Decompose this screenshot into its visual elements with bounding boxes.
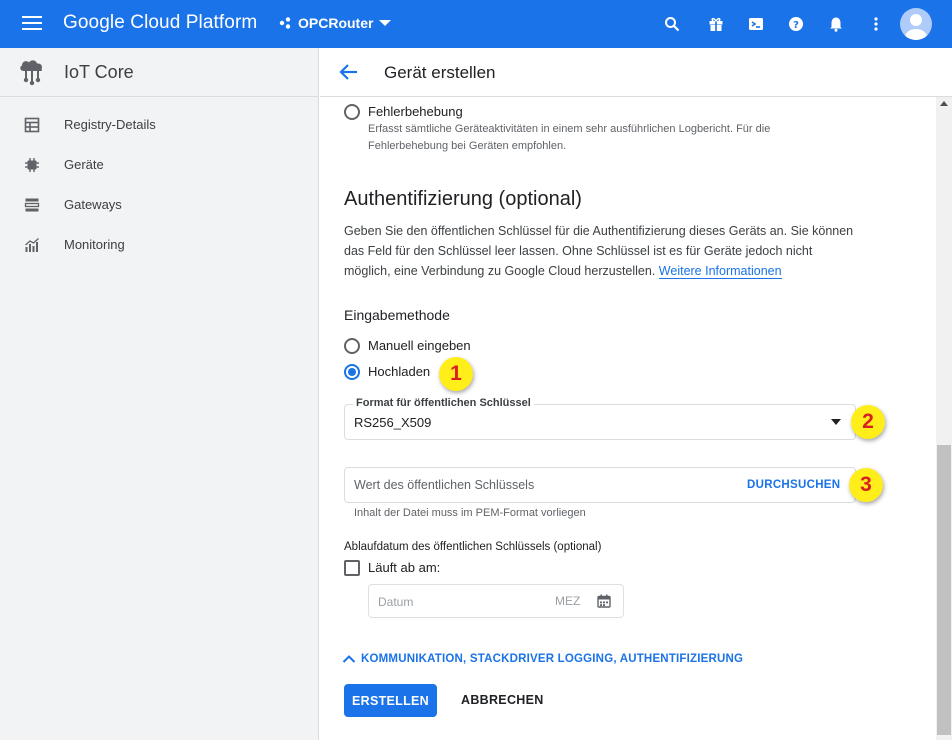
input-method-upload-label: Hochladen [368,364,431,379]
search-icon[interactable] [662,14,682,34]
scroll-thumb[interactable] [937,445,951,735]
browse-button[interactable]: DURCHSUCHEN [747,479,840,491]
sidebar-item-label: Registry-Details [64,117,156,132]
auth-description: Geben Sie den öffentlichen Schlüssel für… [344,221,854,281]
project-selector[interactable]: OPCRouter [278,15,392,31]
sidebar-title: IoT Core [64,62,134,82]
menu-icon[interactable] [22,16,42,30]
iot-core-logo-icon [20,60,43,86]
sidebar-item-label: Gateways [64,197,122,212]
table-icon [24,117,40,133]
page-header: Gerät erstellen [320,48,952,97]
top-app-bar: Google Cloud Platform OPCRouter ? [0,0,952,48]
advanced-options-toggle[interactable]: KOMMUNIKATION, STACKDRIVER LOGGING, AUTH… [342,653,743,665]
page-title: Gerät erstellen [384,63,496,82]
callout-1: 1 [439,357,473,391]
key-format-select[interactable]: Format für öffentlichen Schlüssel RS256_… [344,397,856,440]
expiry-date-field[interactable]: Datum MEZ [368,584,624,618]
help-icon[interactable]: ? [786,14,806,34]
public-key-placeholder: Wert des öffentlichen Schlüssels [354,478,535,492]
sidebar-item-monitoring[interactable]: Monitoring [0,225,319,265]
account-avatar[interactable] [900,8,932,40]
scrollbar[interactable] [936,97,952,740]
project-name: OPCRouter [298,15,374,31]
key-format-value: RS256_X509 [354,415,432,430]
input-method-manual-radio[interactable] [344,338,360,354]
expiry-checkbox[interactable] [344,560,360,576]
product-title[interactable]: Google Cloud Platform [63,12,257,34]
log-level-debug-label: Fehlerbehebung [368,104,463,119]
log-level-debug-radio[interactable] [344,104,360,120]
expiry-label: Ablaufdatum des öffentlichen Schlüssels … [344,541,602,553]
calendar-icon[interactable] [597,594,611,608]
input-method-label: Eingabemethode [344,307,450,323]
sidebar: IoT Core Registry-Details Geräte Gateway… [0,48,319,740]
chevron-down-icon [379,20,392,26]
public-key-hint: Inhalt der Datei muss im PEM-Format vorl… [354,507,586,519]
sidebar-header: IoT Core [0,48,318,97]
advanced-options-label: KOMMUNIKATION, STACKDRIVER LOGGING, AUTH… [361,653,744,665]
log-level-debug-description: Erfasst sämtliche Geräteaktivitäten in e… [368,123,771,152]
project-icon [279,17,291,29]
key-format-label: Format für öffentlichen Schlüssel [353,397,534,409]
callout-2: 2 [851,405,885,439]
chip-icon [25,158,39,172]
create-button[interactable]: ERSTELLEN [344,684,437,717]
gift-icon[interactable] [706,14,726,34]
sidebar-item-registry-details[interactable]: Registry-Details [0,105,319,145]
auth-heading: Authentifizierung (optional) [344,188,582,210]
input-method-manual-label: Manuell eingeben [368,338,471,353]
dropdown-arrow-icon [831,419,841,425]
scroll-up-arrow-icon[interactable] [940,101,948,106]
sidebar-item-label: Geräte [64,157,104,172]
terminal-icon[interactable] [746,14,766,34]
chart-icon [25,238,39,252]
sidebar-item-gateways[interactable]: Gateways [0,185,319,225]
expiry-checkbox-label: Läuft ab am: [368,560,441,575]
input-method-upload-radio[interactable] [344,364,360,380]
bell-icon[interactable] [826,14,846,34]
sidebar-item-geraete[interactable]: Geräte [0,145,319,185]
gateway-icon [24,198,40,212]
create-device-form: Fehlerbehebung Erfasst sämtliche Gerätea… [320,97,936,740]
timezone-label: MEZ [555,594,581,608]
public-key-field[interactable]: Wert des öffentlichen Schlüssels DURCHSU… [344,467,856,503]
svg-text:?: ? [793,20,799,31]
expiry-date-placeholder: Datum [378,595,414,609]
callout-3: 3 [849,468,883,502]
arrow-back-icon[interactable] [338,62,360,82]
chevron-up-icon [342,655,356,663]
cancel-button[interactable]: ABBRECHEN [461,693,544,707]
sidebar-item-label: Monitoring [64,237,125,252]
learn-more-link[interactable]: Weitere Informationen [658,264,782,279]
more-vert-icon[interactable] [866,14,886,34]
